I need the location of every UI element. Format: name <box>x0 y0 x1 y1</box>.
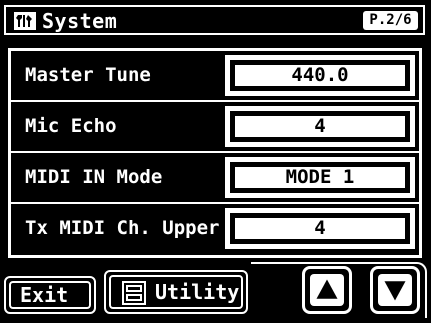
parameter-value: MODE 1 <box>285 166 355 188</box>
tx-midi-ch-upper-value-button[interactable]: 4 <box>225 208 415 249</box>
page-indicator: P.2/6 <box>363 11 418 30</box>
tools-icon <box>14 12 36 30</box>
parameter-row-mic-echo: Mic Echo 4 <box>15 104 415 149</box>
mic-echo-value-button[interactable]: 4 <box>225 106 415 147</box>
parameter-value: 440.0 <box>291 64 349 86</box>
page-up-button[interactable] <box>302 266 352 314</box>
page-title: System <box>42 9 118 33</box>
row-divider <box>11 100 419 102</box>
parameter-value: 4 <box>314 115 326 137</box>
parameter-label: Mic Echo <box>25 115 117 137</box>
parameter-row-master-tune: Master Tune 440.0 <box>15 53 415 98</box>
arrow-up-icon <box>316 279 338 299</box>
midi-in-mode-value-button[interactable]: MODE 1 <box>225 157 415 198</box>
exit-label: Exit <box>20 283 69 307</box>
parameter-row-tx-midi-ch-upper: Tx MIDI Ch. Upper 4 <box>15 206 415 251</box>
parameter-label: Master Tune <box>25 64 151 86</box>
parameter-label: MIDI IN Mode <box>25 166 163 188</box>
parameter-list: Master Tune 440.0 Mic Echo 4 MIDI IN Mod… <box>8 48 422 258</box>
page-down-button[interactable] <box>370 266 420 314</box>
parameter-row-midi-in-mode: MIDI IN Mode MODE 1 <box>15 155 415 200</box>
title-bar: System P.2/6 <box>4 5 425 35</box>
row-divider <box>11 151 419 153</box>
utility-icon <box>122 281 146 305</box>
utility-label: Utility <box>155 280 240 304</box>
utility-button[interactable]: Utility <box>104 270 248 314</box>
master-tune-value-button[interactable]: 440.0 <box>225 55 415 96</box>
parameter-value: 4 <box>314 217 326 239</box>
system-screen: System P.2/6 Master Tune 440.0 Mic Echo … <box>0 0 431 323</box>
exit-button[interactable]: Exit <box>4 276 96 314</box>
row-divider <box>11 202 419 204</box>
parameter-label: Tx MIDI Ch. Upper <box>25 217 220 239</box>
arrow-down-icon <box>384 281 406 301</box>
